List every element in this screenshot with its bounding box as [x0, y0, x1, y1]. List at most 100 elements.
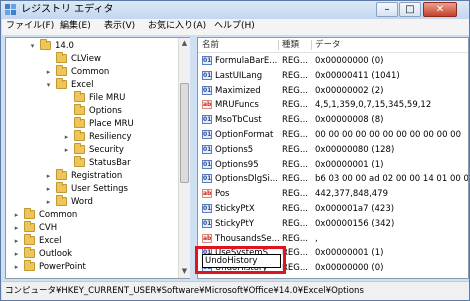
expand-icon[interactable]: ▸: [12, 250, 21, 259]
tree-item[interactable]: ▸ Excel: [15, 234, 62, 249]
value-name-cell: 01 OptionFormat: [202, 128, 273, 143]
expand-icon[interactable]: ▸: [44, 185, 53, 194]
column-header-type[interactable]: 種類: [278, 38, 314, 52]
expand-icon[interactable]: ▸: [62, 146, 71, 155]
maximize-button[interactable]: □: [399, 2, 421, 17]
tree-item-label: PowerPoint: [39, 262, 86, 272]
value-row[interactable]: 01 StickyPtY REG... 0x00000156 (342): [198, 217, 468, 232]
string-value-icon: ab: [202, 100, 212, 110]
tree-item[interactable]: ▾ 14.0: [31, 39, 74, 54]
pane-splitter[interactable]: [190, 37, 196, 279]
tree-item-label: 14.0: [55, 41, 74, 51]
folder-icon: [74, 91, 85, 102]
menu-edit[interactable]: 編集(E): [60, 20, 91, 33]
scroll-down-icon[interactable]: ▼: [179, 266, 190, 277]
folder-icon: [24, 234, 35, 245]
value-type: REG...: [282, 115, 308, 126]
tree-item[interactable]: ▸ Registration: [47, 169, 122, 184]
value-name-cell: 01 OptionsDlgSi...: [202, 172, 278, 187]
value-row[interactable]: ab MRUFuncs REG... 4,5,1,359,0,7,15,345,59,…: [198, 98, 468, 113]
tree-item[interactable]: ▸ Resiliency: [65, 130, 132, 145]
value-row[interactable]: 01 FormulaBarE... REG... 0x00000000 (0): [198, 54, 468, 69]
value-row[interactable]: ab Pos REG... 442,377,848,479: [198, 187, 468, 202]
value-type: REG...: [282, 144, 308, 155]
key-tree-pane[interactable]: ▸ PowerPoint ▸ Outlook ▸ Excel ▸ CVH ▸ Common ▸ Wor…: [5, 37, 191, 279]
expand-icon[interactable]: ▸: [62, 133, 71, 142]
binary-value-icon: 01: [202, 70, 212, 80]
value-name-cell: ab MRUFuncs: [202, 98, 259, 113]
tree-item[interactable]: ▸ PowerPoint: [15, 260, 86, 275]
value-name: MRUFuncs: [215, 100, 259, 111]
expand-icon[interactable]: ▸: [12, 237, 21, 246]
tree-item[interactable]: ▸ Common: [47, 65, 109, 80]
tree-item-label: Options: [89, 106, 122, 116]
value-row[interactable]: 01 MsoTbCust REG... 0x00000008 (8): [198, 113, 468, 128]
folder-icon: [74, 143, 85, 154]
value-type: REG...: [282, 204, 308, 214]
registry-editor-window: レジストリ エディタ – □ ✕ ファイル(F) 編集(E) 表示(V) お気に…: [0, 0, 470, 301]
value-name: Options5: [215, 144, 254, 155]
value-row[interactable]: 01 Options5 REG... 0x00000080 (128): [198, 143, 468, 158]
menu-file[interactable]: ファイル(F): [6, 20, 54, 33]
scroll-thumb[interactable]: [180, 83, 189, 183]
value-type: REG...: [282, 85, 308, 96]
binary-value-icon: 01: [202, 174, 212, 184]
close-button[interactable]: ✕: [423, 2, 457, 17]
value-row[interactable]: 01 Maximized REG... 0x00000002 (2): [198, 84, 468, 99]
value-row[interactable]: ab ThousandsSe... REG...,: [198, 232, 468, 247]
rename-value-input[interactable]: UndoHistory: [202, 254, 281, 268]
tree-item[interactable]: ▸ Common: [15, 208, 77, 223]
value-name: LastUILang: [215, 70, 263, 81]
tree-item[interactable]: CLView: [56, 52, 101, 67]
scroll-up-icon[interactable]: ▲: [179, 38, 190, 49]
folder-icon: [24, 247, 35, 258]
value-row[interactable]: 01 LastUILang REG... 0x00000411 (1041): [198, 69, 468, 84]
value-name-cell: ab ThousandsSe...: [202, 232, 280, 247]
tree-item[interactable]: ▸ Outlook: [15, 247, 72, 262]
title-bar[interactable]: レジストリ エディタ – □ ✕: [1, 1, 469, 19]
tree-item[interactable]: ▸ CVH: [15, 221, 57, 236]
expand-icon[interactable]: ▸: [12, 263, 21, 272]
value-data: 442,377,848,479: [315, 189, 389, 200]
column-header-name[interactable]: 名前: [198, 38, 282, 52]
menu-help[interactable]: ヘルプ(H): [214, 20, 255, 33]
tree-item[interactable]: Place MRU: [74, 117, 134, 132]
column-header-data[interactable]: データ: [311, 38, 461, 52]
value-name-cell: 01 FormulaBarE...: [202, 54, 277, 69]
tree-vertical-scrollbar[interactable]: ▲ ▼: [178, 38, 190, 278]
expand-icon[interactable]: ▸: [12, 224, 21, 233]
collapse-icon[interactable]: ▾: [28, 42, 37, 51]
value-name-cell: 01 StickyPtY: [202, 217, 254, 232]
value-row[interactable]: 01 Options95 REG... 0x00000001 (1): [198, 158, 468, 173]
value-row[interactable]: 01 StickyPtX REG... 0x000001a7 (423): [198, 202, 468, 217]
value-data: 0x00000001 (1): [315, 159, 384, 170]
tree-item[interactable]: StatusBar: [74, 156, 131, 171]
value-name: OptionsDlgSi...: [215, 174, 278, 185]
folder-icon: [56, 65, 67, 76]
minimize-button[interactable]: –: [376, 2, 398, 17]
tree-item[interactable]: ▸ Security: [65, 143, 124, 158]
expand-icon[interactable]: ▸: [44, 198, 53, 207]
tree-item[interactable]: ▸ User Settings: [47, 182, 128, 197]
value-type: REG...: [282, 218, 308, 229]
value-list-pane[interactable]: 名前 種類 データ 01 FormulaBarE... REG... 0x000000…: [197, 37, 469, 279]
expand-icon[interactable]: ▸: [44, 172, 53, 181]
tree-item-label: Resiliency: [89, 132, 132, 142]
tree-item[interactable]: ▸ Word: [47, 195, 93, 210]
binary-value-icon: 01: [202, 85, 212, 95]
collapse-icon[interactable]: ▾: [44, 81, 53, 90]
menu-view[interactable]: 表示(V): [104, 20, 135, 33]
tree-item[interactable]: ▾ Excel: [47, 78, 94, 93]
value-row[interactable]: 01 OptionFormat REG... 00 00 00 00 00 00 00…: [198, 128, 468, 143]
folder-icon: [74, 117, 85, 128]
tree-item[interactable]: File MRU: [74, 91, 125, 106]
expand-icon[interactable]: ▸: [12, 211, 21, 220]
value-type: REG...: [282, 56, 308, 66]
tree-item-label: Word: [71, 197, 93, 207]
value-row[interactable]: 01 OptionsDlgSi... REG... b6 03 00 00 ad 02…: [198, 172, 468, 187]
value-data: 0x00000008 (8): [315, 115, 384, 126]
tree-item[interactable]: Options: [74, 104, 122, 119]
expand-icon[interactable]: ▸: [44, 68, 53, 77]
menu-favorites[interactable]: お気に入り(A): [148, 20, 206, 33]
value-data: ,: [315, 233, 318, 244]
